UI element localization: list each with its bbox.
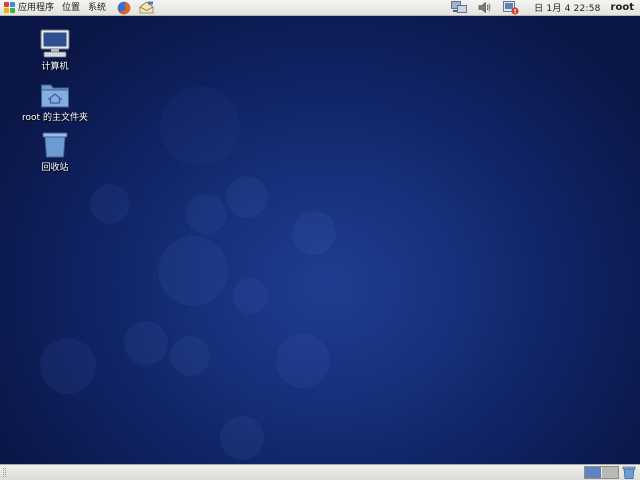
bokeh-decoration — [90, 184, 130, 224]
desktop-icon-trash[interactable]: 回收站 — [15, 129, 95, 174]
mail-icon — [139, 1, 153, 14]
bokeh-decoration — [220, 416, 264, 460]
gnome-foot-icon — [4, 2, 15, 13]
applications-menu-label: 应用程序 — [18, 2, 55, 13]
desktop-icon-computer-label: 计算机 — [41, 62, 69, 72]
update-notifier-icon[interactable] — [502, 0, 520, 16]
trash-icon — [38, 129, 72, 161]
volume-icon[interactable] — [476, 0, 494, 16]
bokeh-decoration — [232, 278, 268, 314]
trash-applet[interactable] — [622, 466, 636, 479]
desktop-icon-trash-label: 回收站 — [41, 163, 69, 173]
notification-area — [446, 0, 524, 16]
places-menu-label: 位置 — [62, 2, 81, 13]
applications-menu[interactable]: 应用程序 — [0, 0, 58, 16]
desktop[interactable]: 计算机 root 的主文件夹 回收站 — [0, 16, 640, 464]
bokeh-decoration — [40, 338, 96, 394]
bokeh-decoration — [160, 86, 240, 166]
workspace-1[interactable] — [585, 467, 601, 478]
workspace-2[interactable] — [602, 467, 618, 478]
trash-icon — [622, 466, 636, 479]
firefox-icon — [117, 1, 131, 14]
bokeh-decoration — [292, 211, 336, 255]
mail-launcher[interactable] — [138, 0, 154, 16]
system-menu[interactable]: 系统 — [84, 0, 110, 16]
bokeh-decoration — [158, 236, 228, 306]
home-folder-icon — [38, 79, 72, 111]
desktop-icon-home[interactable]: root 的主文件夹 — [15, 79, 95, 124]
bottom-panel — [0, 464, 640, 480]
bokeh-decoration — [226, 176, 268, 218]
system-menu-label: 系统 — [88, 2, 107, 13]
bokeh-decoration — [124, 321, 168, 365]
bokeh-decoration — [170, 336, 210, 376]
network-icon[interactable] — [450, 0, 468, 16]
desktop-icon-computer[interactable]: 计算机 — [15, 28, 95, 73]
user-menu[interactable]: root — [607, 2, 640, 13]
places-menu[interactable]: 位置 — [58, 0, 84, 16]
firefox-launcher[interactable] — [116, 0, 132, 16]
top-panel: 应用程序 位置 系统 日 1月 4 22:58 root — [0, 0, 640, 16]
show-desktop-handle[interactable] — [3, 468, 6, 477]
bokeh-decoration — [186, 194, 226, 234]
computer-icon — [38, 28, 72, 60]
clock[interactable]: 日 1月 4 22:58 — [524, 1, 606, 14]
workspace-switcher — [584, 466, 619, 479]
bokeh-decoration — [276, 334, 330, 388]
desktop-icon-home-label: root 的主文件夹 — [22, 113, 88, 123]
